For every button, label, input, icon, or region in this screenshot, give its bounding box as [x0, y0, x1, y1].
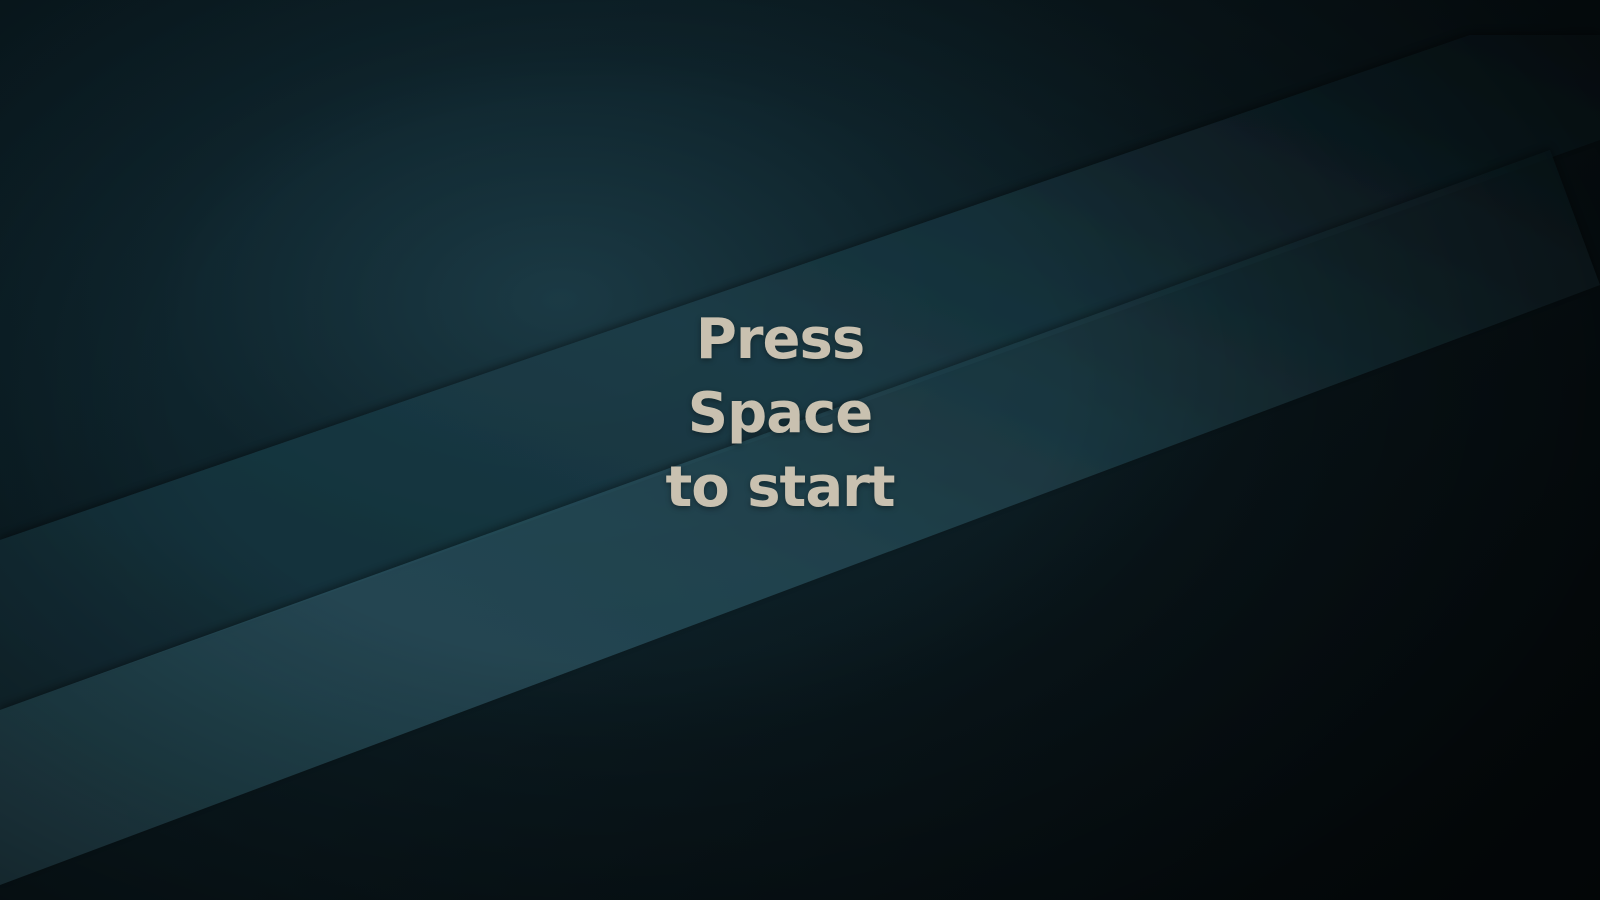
title-screen[interactable]: Press Space to start [0, 0, 1600, 900]
prompt-line-2: Space [687, 381, 873, 446]
press-space-prompt: Press Space to start [0, 303, 1560, 525]
prompt-line-3: to start [665, 455, 895, 520]
prompt-line-1: Press [695, 307, 865, 372]
